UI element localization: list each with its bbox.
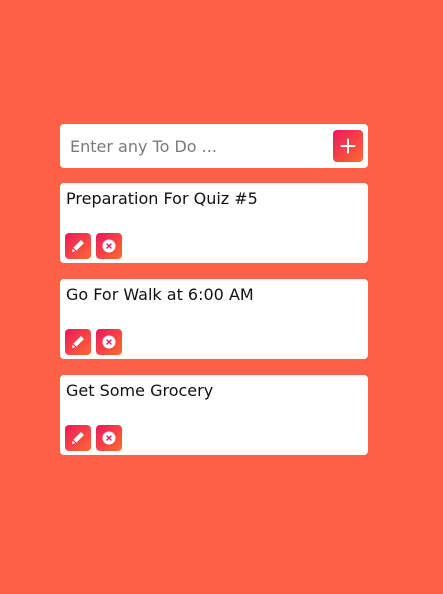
delete-todo-button[interactable] <box>96 425 122 451</box>
todo-item: Preparation For Quiz #5 <box>60 183 368 263</box>
edit-todo-button[interactable] <box>65 233 91 259</box>
edit-todo-button[interactable] <box>65 425 91 451</box>
close-circle-icon <box>102 239 116 253</box>
plus-icon <box>340 138 356 154</box>
pencil-icon <box>72 432 84 444</box>
todo-text: Get Some Grocery <box>66 381 214 400</box>
todo-input-card <box>60 124 368 168</box>
todo-text: Preparation For Quiz #5 <box>66 189 258 208</box>
todo-text: Go For Walk at 6:00 AM <box>66 285 254 304</box>
todo-input[interactable] <box>70 124 330 168</box>
add-todo-button[interactable] <box>333 130 363 162</box>
delete-todo-button[interactable] <box>96 329 122 355</box>
close-circle-icon <box>102 335 116 349</box>
pencil-icon <box>72 240 84 252</box>
delete-todo-button[interactable] <box>96 233 122 259</box>
todo-item: Get Some Grocery <box>60 375 368 455</box>
close-circle-icon <box>102 431 116 445</box>
edit-todo-button[interactable] <box>65 329 91 355</box>
todo-item: Go For Walk at 6:00 AM <box>60 279 368 359</box>
pencil-icon <box>72 336 84 348</box>
